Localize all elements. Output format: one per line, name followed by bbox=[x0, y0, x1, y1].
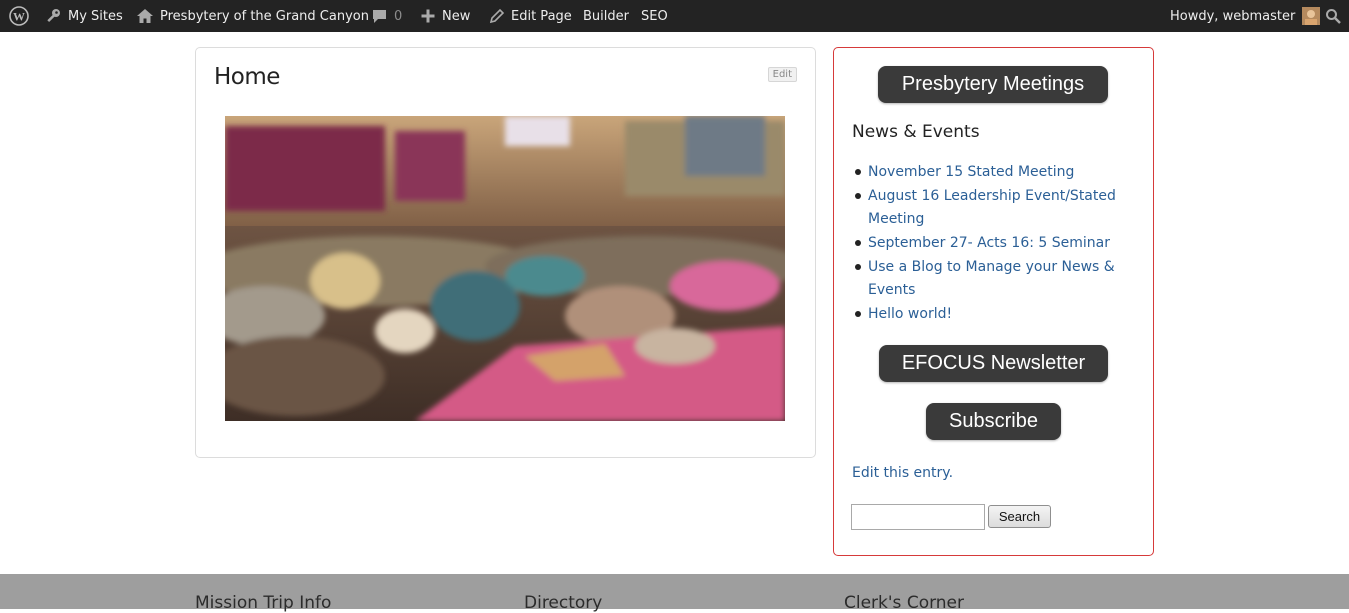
sidebar: Presbytery Meetings News & Events Novemb… bbox=[833, 47, 1154, 556]
plus-icon bbox=[420, 8, 436, 24]
builder-link[interactable]: Builder bbox=[583, 0, 629, 32]
home-icon bbox=[136, 7, 154, 25]
content-card: Home Edit bbox=[195, 47, 816, 458]
comments-count: 0 bbox=[394, 8, 403, 24]
news-link[interactable]: Hello world! bbox=[868, 306, 952, 322]
subscribe-button[interactable]: Subscribe bbox=[926, 403, 1061, 440]
list-item: September 27- Acts 16: 5 Seminar bbox=[855, 232, 1118, 255]
greeting-label: Howdy, webmaster bbox=[1170, 8, 1296, 24]
footer: Mission Trip Info Directory Clerk's Corn… bbox=[0, 574, 1349, 613]
news-link[interactable]: August 16 Leadership Event/Stated Meetin… bbox=[868, 188, 1116, 227]
list-item: August 16 Leadership Event/Stated Meetin… bbox=[855, 185, 1118, 231]
footer-heading-mission-trip: Mission Trip Info bbox=[195, 593, 332, 613]
comments-menu[interactable]: 0 bbox=[371, 0, 402, 32]
list-item: Use a Blog to Manage your News & Events bbox=[855, 256, 1118, 302]
key-icon bbox=[44, 7, 62, 25]
seo-label: SEO bbox=[641, 8, 668, 24]
search-input[interactable] bbox=[851, 504, 985, 530]
site-name-menu[interactable]: Presbytery of the Grand Canyon bbox=[136, 0, 369, 32]
builder-label: Builder bbox=[583, 8, 629, 24]
efocus-newsletter-button[interactable]: EFOCUS Newsletter bbox=[879, 345, 1108, 382]
news-events-heading: News & Events bbox=[852, 122, 980, 142]
svg-text:W: W bbox=[13, 10, 25, 24]
account-menu[interactable]: Howdy, webmaster bbox=[1170, 0, 1321, 32]
presbytery-meetings-button[interactable]: Presbytery Meetings bbox=[878, 66, 1108, 103]
new-content-menu[interactable]: New bbox=[420, 0, 470, 32]
page-title: Home bbox=[214, 64, 280, 90]
my-sites-label: My Sites bbox=[68, 8, 123, 24]
pencil-icon bbox=[488, 8, 505, 25]
edit-button[interactable]: Edit bbox=[767, 67, 797, 82]
site-name-label: Presbytery of the Grand Canyon bbox=[160, 8, 369, 24]
news-link[interactable]: Use a Blog to Manage your News & Events bbox=[868, 259, 1115, 298]
news-list: November 15 Stated Meeting August 16 Lea… bbox=[855, 161, 1118, 327]
admin-bar: W My Sites Presbytery of the Grand Canyo… bbox=[0, 0, 1349, 32]
wordpress-logo-icon[interactable]: W bbox=[9, 0, 29, 32]
list-item: Hello world! bbox=[855, 303, 1118, 326]
comment-bubble-icon bbox=[371, 8, 388, 25]
edit-entry-link[interactable]: Edit this entry. bbox=[852, 465, 953, 481]
news-link[interactable]: November 15 Stated Meeting bbox=[868, 164, 1074, 180]
avatar bbox=[1302, 7, 1321, 25]
footer-heading-clerks-corner: Clerk's Corner bbox=[844, 593, 965, 613]
search-button[interactable]: Search bbox=[988, 505, 1051, 528]
new-label: New bbox=[442, 8, 471, 24]
edit-page-label: Edit Page bbox=[511, 8, 572, 24]
hero-image bbox=[225, 116, 785, 421]
list-item: November 15 Stated Meeting bbox=[855, 161, 1118, 184]
edit-page-link[interactable]: Edit Page bbox=[488, 0, 572, 32]
footer-heading-directory: Directory bbox=[524, 593, 603, 613]
news-link[interactable]: September 27- Acts 16: 5 Seminar bbox=[868, 235, 1110, 251]
search-icon[interactable] bbox=[1325, 0, 1341, 32]
my-sites-menu[interactable]: My Sites bbox=[44, 0, 123, 32]
seo-link[interactable]: SEO bbox=[641, 0, 668, 32]
